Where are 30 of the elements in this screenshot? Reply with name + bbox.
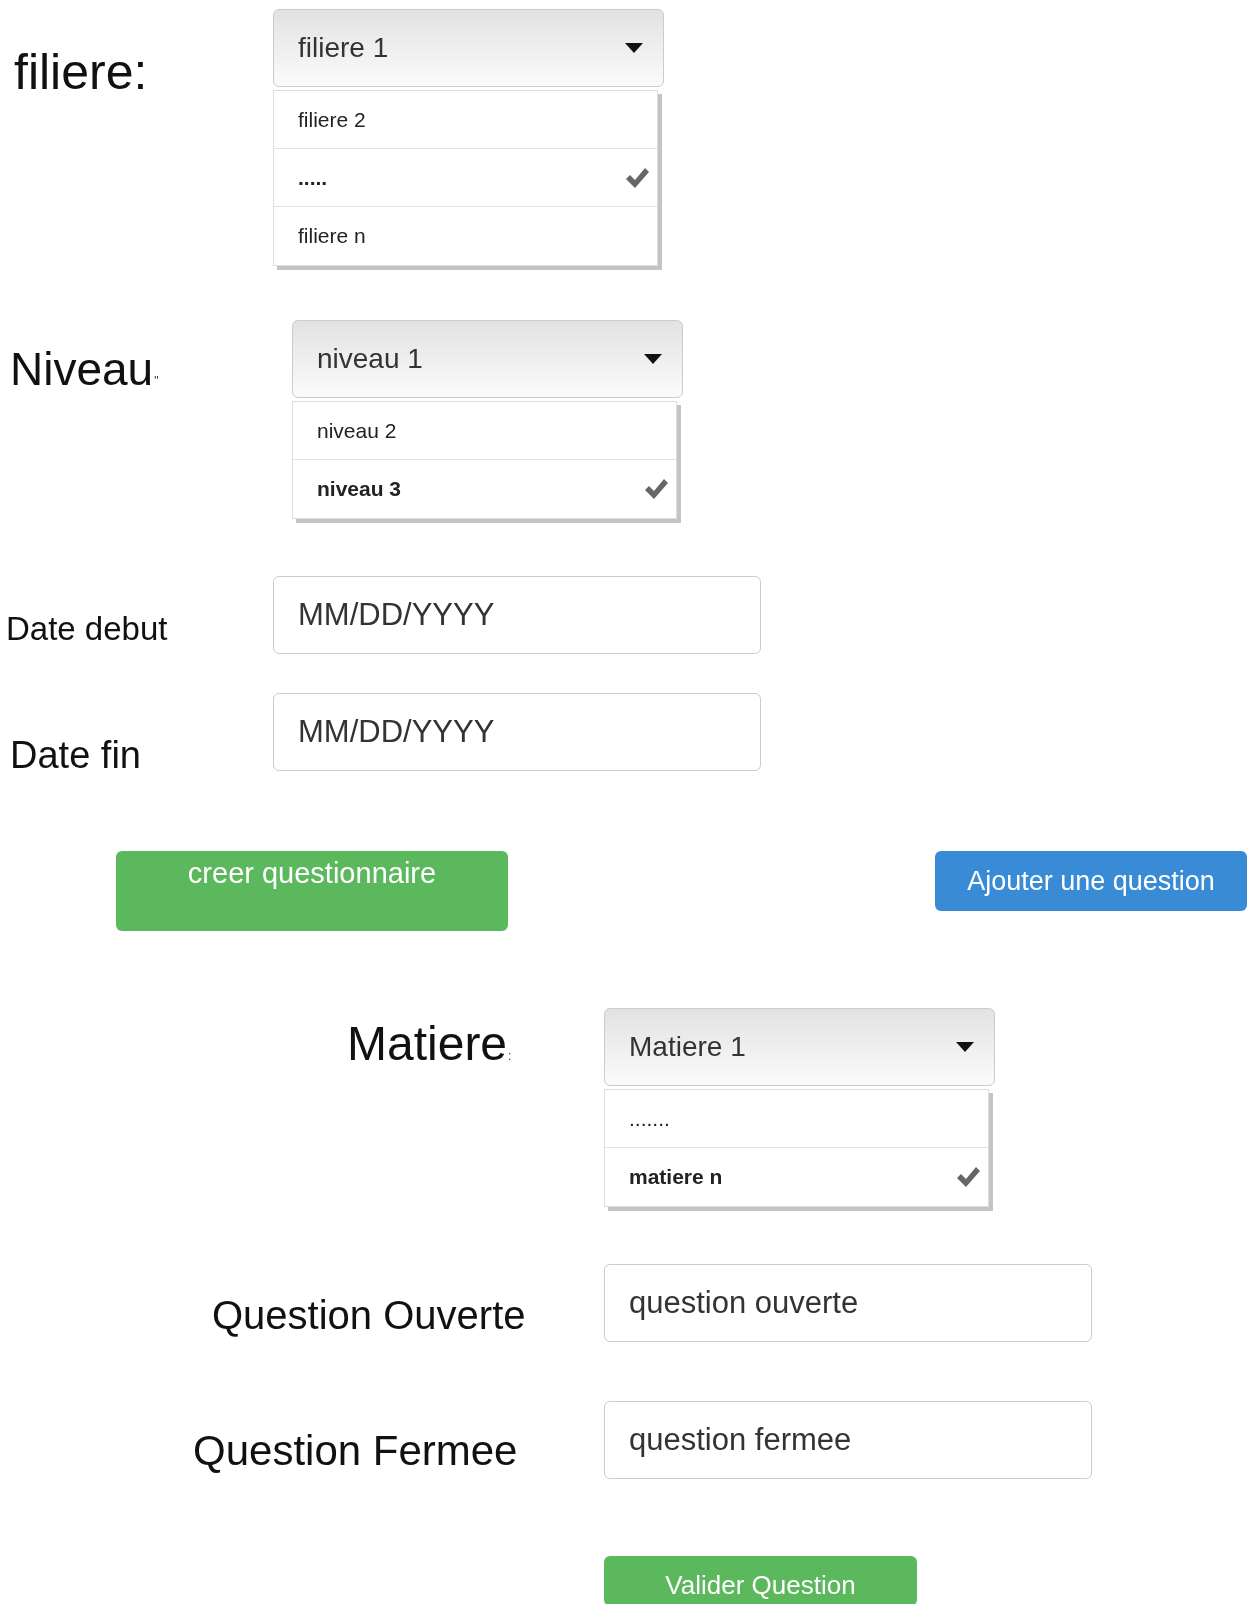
field-label: Question Fermee (193, 1430, 518, 1472)
add-question-button[interactable]: Ajouter une question (935, 851, 1247, 911)
checkmark-icon (625, 166, 649, 189)
field-label: Date fin (10, 736, 141, 774)
field-label: filiere: (14, 47, 148, 97)
dropdown-select[interactable]: Matiere 1 (604, 1008, 995, 1086)
dropdown-option[interactable]: niveau 2 (293, 402, 676, 460)
dropdown-select[interactable]: filiere 1 (273, 9, 664, 87)
checkmark-icon (644, 478, 668, 500)
question-field[interactable]: question fermee (604, 1401, 1092, 1479)
field-label: Question Ouverte (212, 1295, 526, 1335)
caret-icon (625, 43, 643, 53)
checkmark-icon (956, 1166, 980, 1188)
field-label: Date debut (6, 612, 168, 645)
dropdown-option[interactable]: ..... (274, 149, 657, 207)
label-mark: " (154, 374, 159, 388)
dropdown-option[interactable]: ....... (605, 1090, 988, 1148)
dropdown-option[interactable]: filiere n (274, 207, 657, 265)
question-field[interactable]: question ouverte (604, 1264, 1092, 1342)
caret-icon (956, 1042, 974, 1052)
dropdown-option[interactable]: niveau 3 (293, 460, 676, 518)
date-field[interactable]: MM/DD/YYYY (273, 576, 761, 654)
label-mark: : (508, 1049, 512, 1063)
dropdown-option[interactable]: matiere n (605, 1148, 988, 1206)
date-field[interactable]: MM/DD/YYYY (273, 693, 761, 771)
dropdown-select[interactable]: niveau 1 (292, 320, 683, 398)
caret-icon (644, 354, 662, 364)
field-label: Matiere (347, 1020, 508, 1068)
field-label: Niveau (10, 346, 154, 392)
dropdown-option[interactable]: filiere 2 (274, 91, 657, 149)
